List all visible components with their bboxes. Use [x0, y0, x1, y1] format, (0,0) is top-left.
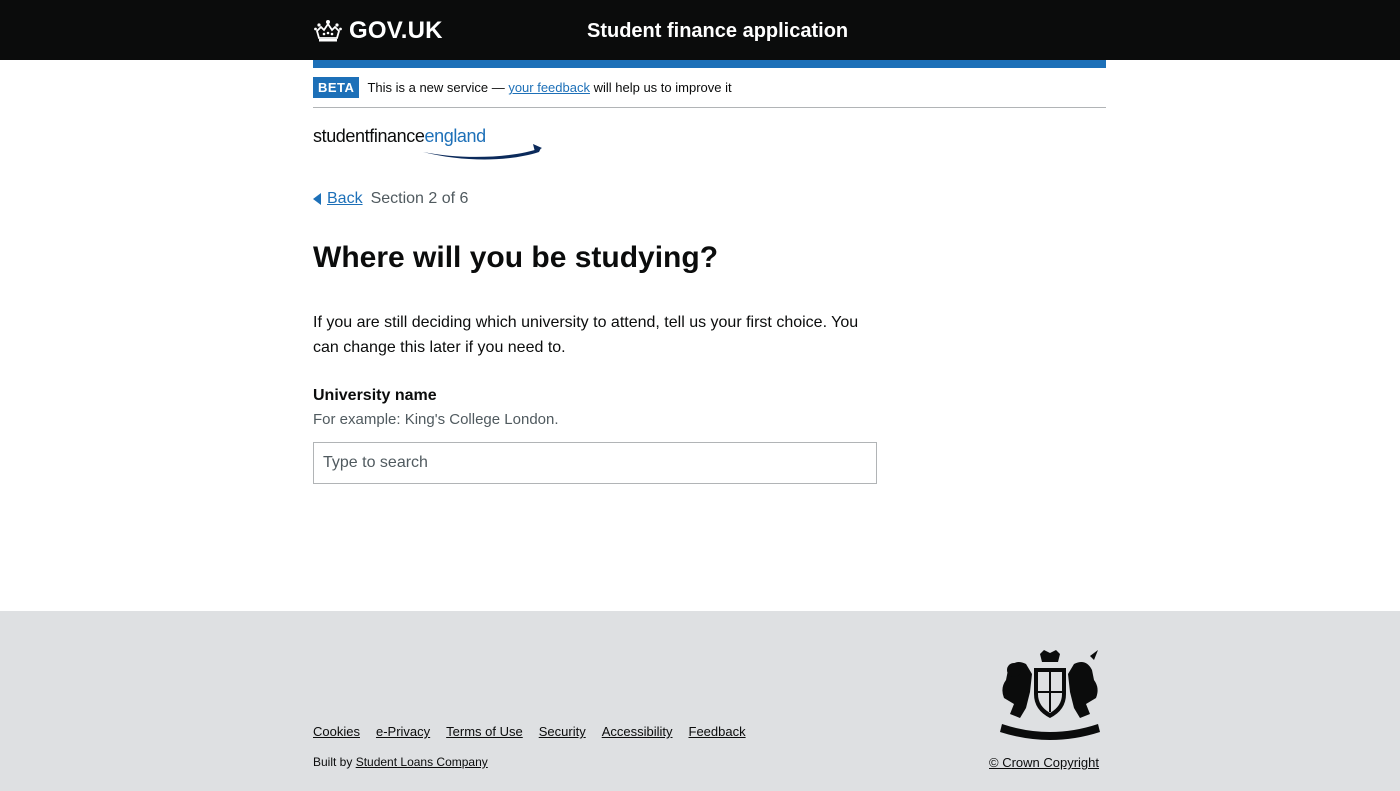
back-link[interactable]: Back — [327, 190, 363, 208]
header-inner: GOV.UK Student finance application — [313, 0, 1106, 60]
built-by: Built by Student Loans Company — [313, 755, 488, 769]
header-blue-bar — [313, 60, 1106, 68]
govuk-logo-link[interactable]: GOV.UK — [313, 14, 443, 48]
phase-banner-text: This is a new service — your feedback wi… — [367, 80, 731, 95]
sfe-wordmark-student: studentfinance — [313, 126, 425, 146]
footer-links: Cookies e-Privacy Terms of Use Security … — [313, 724, 762, 739]
page-title: Where will you be studying? — [313, 241, 719, 274]
lead-paragraph: If you are still deciding which universi… — [313, 314, 859, 356]
student-loans-company-link[interactable]: Student Loans Company — [356, 755, 488, 769]
phase-banner: BETA This is a new service — your feedba… — [313, 68, 1106, 108]
university-search-input[interactable] — [313, 442, 877, 484]
govuk-logo-text: GOV.UK — [349, 17, 443, 44]
section-progress: Section 2 of 6 — [370, 190, 469, 207]
student-finance-england-logo: studentfinanceengland — [313, 124, 553, 164]
sfe-wordmark-england: england — [424, 126, 487, 146]
service-name-link[interactable]: Student finance application — [587, 20, 848, 43]
crown-icon — [314, 20, 342, 42]
royal-coat-of-arms-icon — [1000, 650, 1100, 740]
site-footer: Cookies e-Privacy Terms of Use Security … — [0, 611, 1400, 791]
beta-tag: BETA — [313, 77, 360, 98]
footer-link-eprivacy[interactable]: e-Privacy — [376, 724, 430, 739]
back-row: Back Section 2 of 6 — [313, 190, 468, 208]
footer-link-feedback[interactable]: Feedback — [689, 724, 746, 739]
phase-text-after: will help us to improve it — [589, 80, 732, 95]
university-name-hint: For example: King's College London. — [313, 411, 559, 428]
footer-link-security[interactable]: Security — [539, 724, 586, 739]
footer-link-terms[interactable]: Terms of Use — [446, 724, 523, 739]
footer-link-accessibility[interactable]: Accessibility — [602, 724, 673, 739]
footer-link-cookies[interactable]: Cookies — [313, 724, 360, 739]
feedback-link[interactable]: your feedback — [508, 80, 590, 95]
built-by-prefix: Built by — [313, 755, 356, 769]
main-container: BETA This is a new service — your feedba… — [313, 68, 1106, 484]
site-header: GOV.UK Student finance application — [0, 0, 1400, 60]
crown-copyright-link[interactable]: © Crown Copyright — [989, 755, 1099, 770]
university-name-label: University name — [313, 387, 437, 404]
phase-text-before: This is a new service — — [367, 80, 509, 95]
sfe-wordmark: studentfinanceengland — [313, 126, 486, 147]
back-arrow-icon — [313, 193, 321, 205]
